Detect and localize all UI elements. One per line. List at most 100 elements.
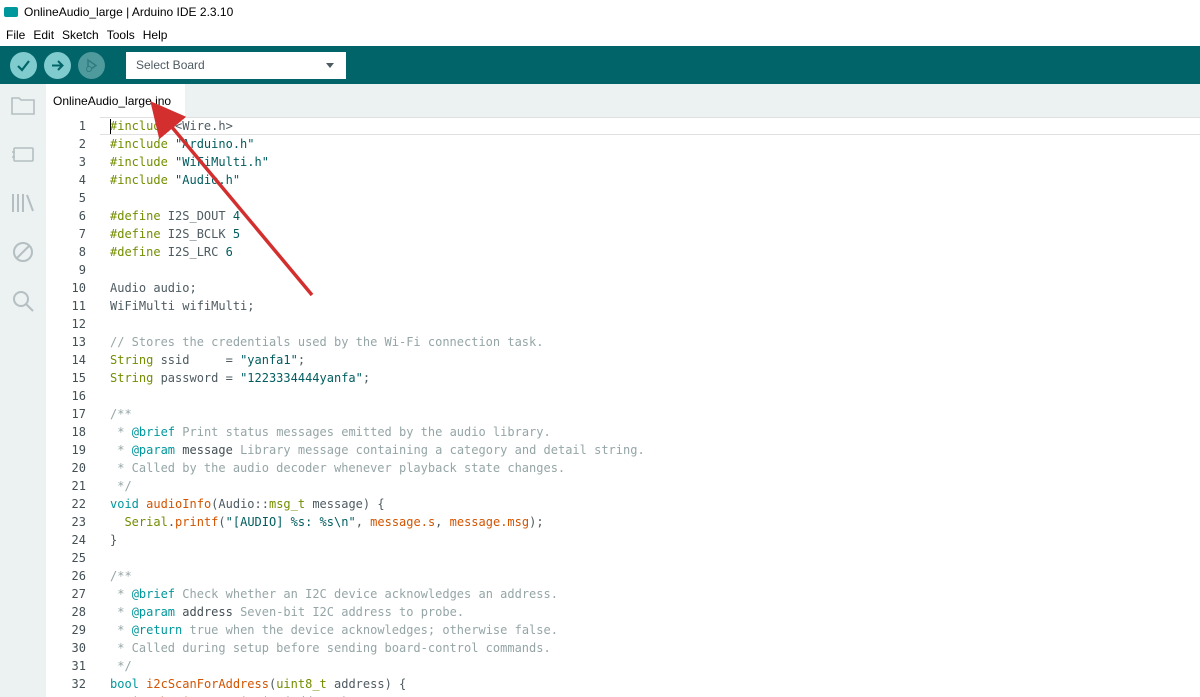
code-text: } bbox=[110, 533, 118, 547]
editor-tabs: OnlineAudio_large.ino bbox=[46, 84, 1200, 117]
menu-sketch[interactable]: Sketch bbox=[58, 28, 103, 42]
line-number: 22 bbox=[71, 497, 86, 511]
debug-icon[interactable] bbox=[10, 239, 36, 265]
line-number: 25 bbox=[71, 551, 86, 565]
code-line: 24} bbox=[46, 531, 1200, 549]
code-line: 17 /** bbox=[46, 405, 1200, 423]
code-line: 22 void audioInfo(Audio::msg_t message) { bbox=[46, 495, 1200, 513]
line-number: 30 bbox=[71, 641, 86, 655]
line-number: 15 bbox=[71, 371, 86, 385]
folder-icon[interactable] bbox=[10, 92, 36, 118]
code-text: Audio audio; bbox=[110, 281, 197, 295]
board-manager-icon[interactable] bbox=[10, 141, 36, 167]
tab-onlineaudio-large[interactable]: OnlineAudio_large.ino bbox=[46, 84, 186, 117]
code-text: * @return true when the device acknowled… bbox=[110, 623, 558, 637]
upload-button[interactable] bbox=[44, 51, 71, 79]
line-number: 12 bbox=[71, 317, 86, 331]
code-line: 16 bbox=[46, 387, 1200, 405]
line-number: 26 bbox=[71, 569, 86, 583]
debug-icon bbox=[86, 58, 98, 72]
line-number: 19 bbox=[71, 443, 86, 457]
line-number: 9 bbox=[78, 263, 86, 277]
code-text: * @brief Print status messages emitted b… bbox=[110, 425, 551, 439]
line-number: 29 bbox=[71, 623, 86, 637]
code-line: 8 #define I2S_LRC 6 bbox=[46, 243, 1200, 261]
code-line: 29 * @return true when the device acknow… bbox=[46, 621, 1200, 639]
code-line: 6 #define I2S_DOUT 4 bbox=[46, 207, 1200, 225]
title-bar: OnlineAudio_large | Arduino IDE 2.3.10 bbox=[0, 0, 1200, 24]
code-line: 27 * @brief Check whether an I2C device … bbox=[46, 585, 1200, 603]
line-number: 6 bbox=[78, 209, 86, 223]
line-number: 31 bbox=[71, 659, 86, 673]
line-number: 16 bbox=[71, 389, 86, 403]
code-line: 2 #include "Arduino.h" bbox=[46, 135, 1200, 153]
chevron-down-icon bbox=[326, 62, 334, 68]
line-number: 28 bbox=[71, 605, 86, 619]
code-line: 12 bbox=[46, 315, 1200, 333]
board-select-label: Select Board bbox=[136, 58, 205, 72]
menu-bar: File Edit Sketch Tools Help bbox=[0, 24, 1200, 46]
code-text: #include "WiFiMulti.h" bbox=[110, 155, 269, 169]
line-number: 17 bbox=[71, 407, 86, 421]
code-text: String password = "1223334444yanfa"; bbox=[110, 371, 371, 385]
code-line: 33 Wire.beginTransmission(address); bbox=[46, 693, 1200, 697]
code-text: WiFiMulti wifiMulti; bbox=[110, 299, 255, 313]
code-line: 4 #include "Audio.h" bbox=[46, 171, 1200, 189]
library-icon[interactable] bbox=[10, 190, 36, 216]
code-text: #define I2S_DOUT 4 bbox=[110, 209, 241, 223]
code-text: * @param message Library message contain… bbox=[110, 443, 645, 457]
code-text: */ bbox=[110, 659, 132, 673]
debug-button[interactable] bbox=[78, 51, 105, 79]
code-editor[interactable]: 1 #include <Wire.h> 2 #include "Arduino.h" 3… bbox=[46, 117, 1200, 697]
line-number: 2 bbox=[78, 137, 86, 151]
line-number: 18 bbox=[71, 425, 86, 439]
menu-tools[interactable]: Tools bbox=[103, 28, 139, 42]
line-number: 5 bbox=[78, 191, 86, 205]
code-text: * @brief Check whether an I2C device ack… bbox=[110, 587, 558, 601]
code-line: 23 Serial.printf("[AUDIO] %s: %s\n", mes… bbox=[46, 513, 1200, 531]
check-icon bbox=[17, 59, 30, 72]
code-text: String ssid = "yanfa1"; bbox=[110, 353, 306, 367]
line-number: 1 bbox=[78, 119, 86, 133]
code-text: bool i2cScanForAddress(uint8_t address) … bbox=[110, 677, 407, 691]
code-line: 13 // Stores the credentials used by the … bbox=[46, 333, 1200, 351]
code-line: 11 WiFiMulti wifiMulti; bbox=[46, 297, 1200, 315]
code-line: 28 * @param address Seven-bit I2C addres… bbox=[46, 603, 1200, 621]
board-select-dropdown[interactable]: Select Board bbox=[126, 51, 346, 79]
arduino-logo-icon bbox=[4, 7, 18, 17]
menu-edit[interactable]: Edit bbox=[29, 28, 58, 42]
code-text: #include "Audio.h" bbox=[110, 173, 241, 187]
line-number: 24 bbox=[71, 533, 86, 547]
line-number: 27 bbox=[71, 587, 86, 601]
code-text: */ bbox=[110, 479, 132, 493]
code-line: 19 * @param message Library message cont… bbox=[46, 441, 1200, 459]
code-line: 26 /** bbox=[46, 567, 1200, 585]
code-text: #define I2S_LRC 6 bbox=[110, 245, 233, 259]
code-line: 20 * Called by the audio decoder wheneve… bbox=[46, 459, 1200, 477]
verify-button[interactable] bbox=[10, 51, 37, 79]
code-text: #define I2S_BCLK 5 bbox=[110, 227, 241, 241]
code-line: 18 * @brief Print status messages emitte… bbox=[46, 423, 1200, 441]
search-icon[interactable] bbox=[10, 288, 36, 314]
code-text: * Called during setup before sending boa… bbox=[110, 641, 551, 655]
menu-file[interactable]: File bbox=[2, 28, 29, 42]
activity-sidebar bbox=[0, 84, 46, 697]
code-text: #include "Arduino.h" bbox=[110, 137, 255, 151]
line-number: 3 bbox=[78, 155, 86, 169]
line-number: 10 bbox=[71, 281, 86, 295]
code-line: 10 Audio audio; bbox=[46, 279, 1200, 297]
code-text: * Called by the audio decoder whenever p… bbox=[110, 461, 566, 475]
line-number: 32 bbox=[71, 677, 86, 691]
code-line: 32 bool i2cScanForAddress(uint8_t address… bbox=[46, 675, 1200, 693]
tab-label: OnlineAudio_large.ino bbox=[53, 93, 172, 108]
arrow-right-icon bbox=[52, 59, 64, 71]
code-text: Serial.printf("[AUDIO] %s: %s\n", messag… bbox=[124, 515, 544, 529]
line-number: 4 bbox=[78, 173, 86, 187]
line-number: 14 bbox=[71, 353, 86, 367]
window-title: OnlineAudio_large | Arduino IDE 2.3.10 bbox=[24, 5, 234, 19]
code-line: 30 * Called during setup before sending … bbox=[46, 639, 1200, 657]
line-number: 20 bbox=[71, 461, 86, 475]
menu-help[interactable]: Help bbox=[139, 28, 172, 42]
code-text: // Stores the credentials used by the Wi… bbox=[110, 335, 544, 349]
code-line: 14 String ssid = "yanfa1"; bbox=[46, 351, 1200, 369]
